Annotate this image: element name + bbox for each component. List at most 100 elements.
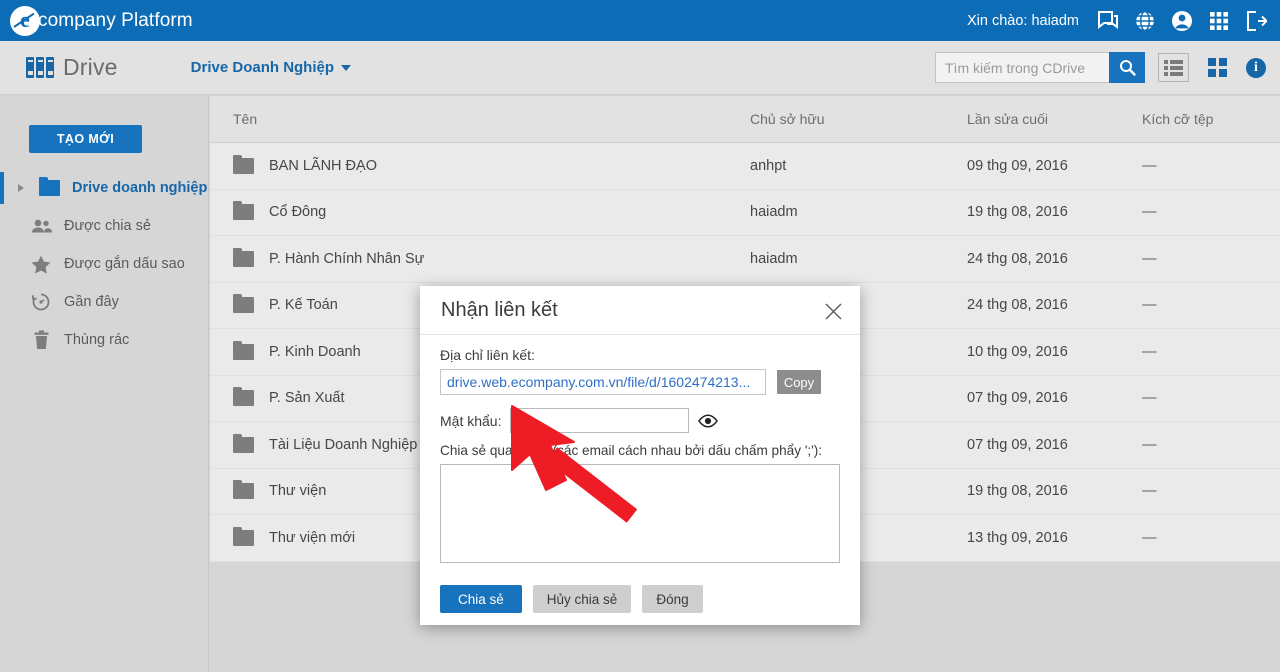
table-row[interactable]: BAN LÃNH ĐẠO anhpt 09 thg 09, 2016 — xyxy=(210,143,1280,190)
breadcrumb[interactable]: Drive Doanh Nghiệp xyxy=(190,59,352,76)
search-box xyxy=(935,52,1145,83)
link-label: Địa chỉ liên kết: xyxy=(440,347,535,363)
chevron-down-icon xyxy=(341,64,352,71)
sidebar-item-gan-day[interactable]: Gần đây xyxy=(0,283,209,321)
row-modified: 24 thg 08, 2016 xyxy=(967,250,1068,267)
row-size: — xyxy=(1142,529,1157,546)
create-new-button[interactable]: TẠO MỚI xyxy=(29,125,142,153)
folder-icon xyxy=(233,247,254,267)
row-modified: 24 thg 08, 2016 xyxy=(967,297,1068,314)
row-name-cell: Cổ Đông xyxy=(233,201,327,221)
row-size: — xyxy=(1142,483,1157,500)
column-header-modified[interactable]: Lần sửa cuối xyxy=(967,111,1048,127)
logout-icon[interactable] xyxy=(1244,9,1268,33)
sidebar-item-drive-doanh-nghiep[interactable]: Drive doanh nghiệp xyxy=(0,169,209,207)
row-modified: 19 thg 08, 2016 xyxy=(967,204,1068,221)
sidebar-item-thung-rac[interactable]: Thùng rác xyxy=(0,321,209,359)
row-name-cell: Thư viện mới xyxy=(233,526,356,546)
row-modified: 10 thg 09, 2016 xyxy=(967,343,1068,360)
grid-view-icon xyxy=(1208,58,1227,77)
row-size: — xyxy=(1142,204,1157,221)
copy-button[interactable]: Copy xyxy=(777,370,821,394)
chat-icon[interactable] xyxy=(1096,9,1120,33)
sidebar-item-label: Được chia sẻ xyxy=(64,218,151,234)
brand-title: company Platform xyxy=(38,9,193,31)
file-name: Cổ Đông xyxy=(269,204,327,221)
password-input[interactable] xyxy=(510,408,690,433)
folder-icon xyxy=(38,177,60,196)
globe-icon[interactable] xyxy=(1133,9,1157,33)
brand[interactable]: e company Platform xyxy=(0,5,193,36)
row-owner: haiadm xyxy=(750,250,798,267)
close-icon[interactable] xyxy=(822,300,844,322)
row-modified: 07 thg 09, 2016 xyxy=(967,436,1068,453)
chevron-right-icon[interactable] xyxy=(18,184,24,192)
account-icon[interactable] xyxy=(1170,9,1194,33)
top-app-bar: e company Platform Xin chào: haiadm xyxy=(0,0,1280,41)
drive-logo[interactable]: Drive xyxy=(0,54,118,81)
dialog-actions: Chia sẻ Hủy chia sẻ Đóng xyxy=(420,568,860,613)
drive-toolbar: Drive Drive Doanh Nghiệp i xyxy=(0,41,1280,95)
table-row[interactable]: Cổ Đông haiadm 19 thg 08, 2016 — xyxy=(210,189,1280,236)
recent-clock-icon xyxy=(30,292,52,312)
row-modified: 09 thg 09, 2016 xyxy=(967,157,1068,174)
top-bar-actions: Xin chào: haiadm xyxy=(967,9,1280,33)
file-name: P. Kế Toán xyxy=(269,297,338,314)
sidebar-item-label: Thùng rác xyxy=(64,332,130,348)
apps-grid-icon[interactable] xyxy=(1207,9,1231,33)
folder-icon xyxy=(233,480,254,500)
email-textarea[interactable] xyxy=(440,464,840,563)
row-size: — xyxy=(1142,297,1157,314)
row-owner: haiadm xyxy=(750,204,798,221)
link-row: drive.web.ecompany.com.vn/file/d/1602474… xyxy=(440,369,840,395)
list-view-icon xyxy=(1164,59,1183,76)
greeting-text: Xin chào: haiadm xyxy=(966,12,1079,29)
link-value[interactable]: drive.web.ecompany.com.vn/file/d/1602474… xyxy=(440,369,766,395)
file-name: P. Sản Xuất xyxy=(269,390,345,407)
table-row[interactable]: P. Hành Chính Nhân Sự haiadm 24 thg 08, … xyxy=(210,236,1280,283)
email-label: Chia sẻ qua email (các email cách nhau b… xyxy=(440,443,823,458)
dialog-title: Nhận liên kết xyxy=(441,298,558,321)
search-input[interactable] xyxy=(935,52,1109,83)
row-name-cell: Tài Liệu Doanh Nghiệp xyxy=(233,433,417,453)
column-header-size[interactable]: Kích cỡ tệp xyxy=(1142,111,1213,127)
grid-view-button[interactable] xyxy=(1202,53,1233,82)
eye-icon[interactable] xyxy=(698,413,719,429)
search-icon xyxy=(1119,60,1136,76)
row-modified: 13 thg 09, 2016 xyxy=(967,529,1068,546)
row-name-cell: P. Kinh Doanh xyxy=(233,340,361,360)
column-header-owner[interactable]: Chủ sở hữu xyxy=(750,111,825,127)
sidebar-item-label: Drive doanh nghiệp xyxy=(72,180,208,196)
row-size: — xyxy=(1142,436,1157,453)
folder-icon xyxy=(233,294,254,314)
row-name-cell: P. Hành Chính Nhân Sự xyxy=(233,247,424,267)
column-header-name[interactable]: Tên xyxy=(233,111,257,127)
dialog-header: Nhận liên kết xyxy=(420,286,860,335)
toolbar-actions: i xyxy=(935,52,1280,83)
folder-icon xyxy=(233,387,254,407)
file-name: Thư viện mới xyxy=(269,529,356,546)
close-button[interactable]: Đóng xyxy=(642,585,703,613)
row-name-cell: P. Kế Toán xyxy=(233,294,338,314)
ecompany-logo-icon: e xyxy=(10,5,40,36)
row-size: — xyxy=(1142,343,1157,360)
list-view-button[interactable] xyxy=(1158,53,1189,82)
sidebar-item-duoc-gan-dau-sao[interactable]: Được gắn dấu sao xyxy=(0,245,209,283)
sidebar-item-duoc-chia-se[interactable]: Được chia sẻ xyxy=(0,207,209,245)
row-name-cell: Thư viện xyxy=(233,480,326,500)
password-label: Mật khẩu: xyxy=(440,412,502,429)
search-button[interactable] xyxy=(1109,52,1145,83)
sidebar-item-label: Gần đây xyxy=(64,294,119,310)
breadcrumb-label: Drive Doanh Nghiệp xyxy=(190,59,335,76)
share-button[interactable]: Chia sẻ xyxy=(440,585,522,613)
app-name: Drive xyxy=(63,54,118,80)
password-row: Mật khẩu: xyxy=(440,408,840,433)
row-owner: anhpt xyxy=(750,157,787,174)
sidebar-item-label: Được gắn dấu sao xyxy=(64,256,185,272)
folder-icon xyxy=(233,526,254,546)
trash-icon xyxy=(30,330,52,350)
info-icon[interactable]: i xyxy=(1246,57,1266,78)
unshare-button[interactable]: Hủy chia sẻ xyxy=(532,585,632,613)
people-icon xyxy=(30,218,52,234)
row-name-cell: BAN LÃNH ĐẠO xyxy=(233,154,377,174)
